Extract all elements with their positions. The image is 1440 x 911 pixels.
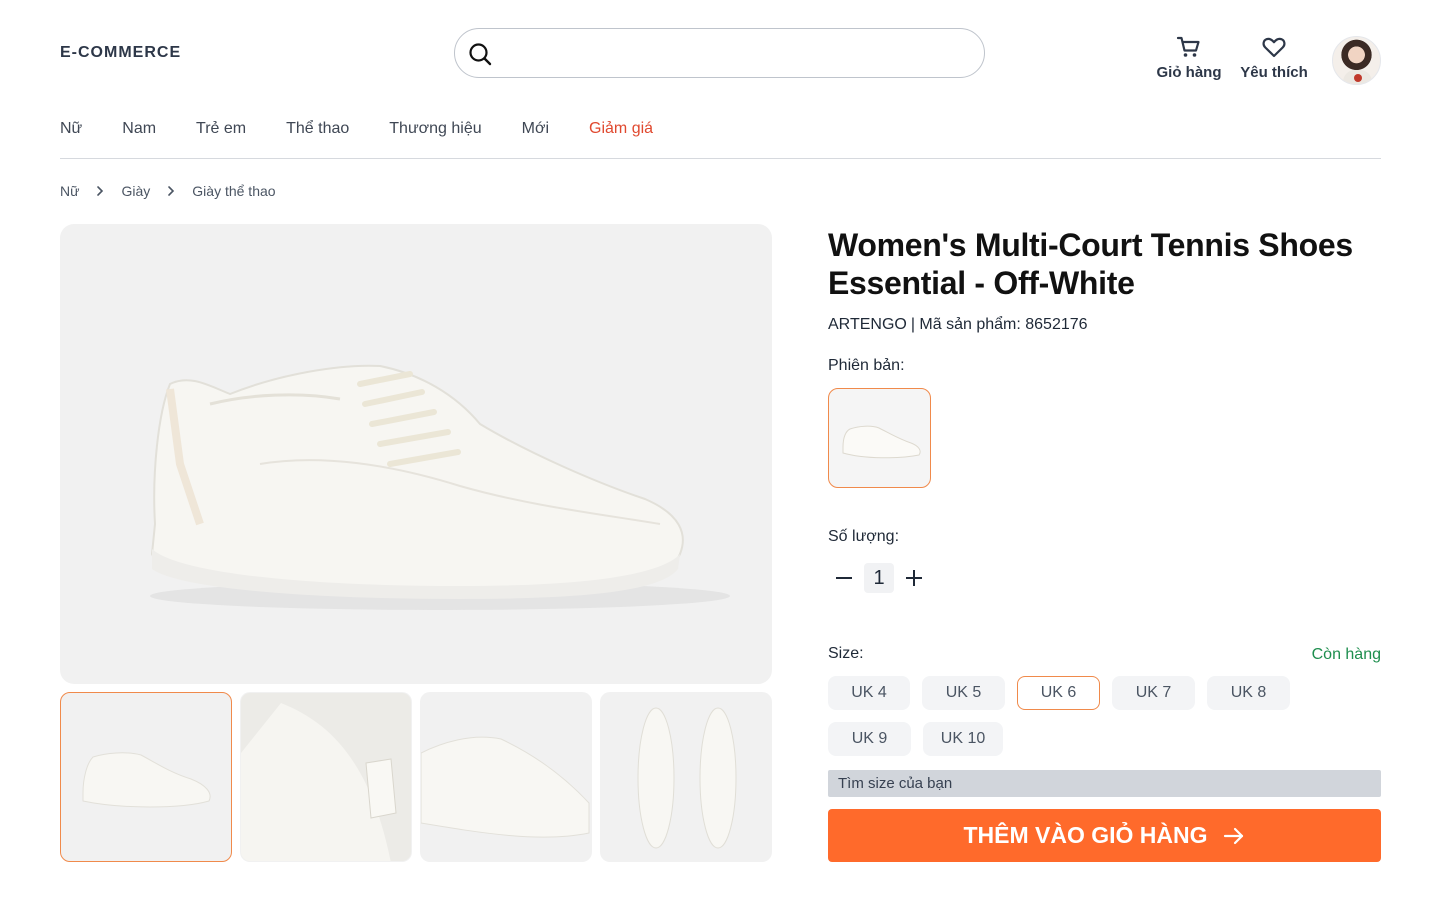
shoe-closeup-thumb-icon bbox=[241, 693, 411, 861]
size-option-uk5[interactable]: UK 5 bbox=[922, 676, 1005, 710]
size-label: Size: bbox=[828, 645, 864, 662]
product-meta: ARTENGO | Mã sản phẩm: 8652176 bbox=[828, 316, 1088, 334]
nav-item-kids[interactable]: Trẻ em bbox=[196, 120, 246, 142]
minus-icon bbox=[836, 577, 852, 579]
quantity-stepper: 1 bbox=[828, 562, 930, 594]
variant-option-off-white[interactable] bbox=[828, 388, 931, 488]
plus-icon bbox=[906, 570, 922, 586]
breadcrumb: Nữ Giày Giày thể thao bbox=[60, 183, 276, 199]
breadcrumb-item-sneakers[interactable]: Giày thể thao bbox=[192, 183, 275, 199]
find-size-link[interactable]: Tìm size của bạn bbox=[828, 770, 1381, 797]
quantity-decrease-button[interactable] bbox=[828, 562, 860, 594]
nav-divider bbox=[60, 158, 1381, 159]
product-title: Women's Multi-Court Tennis Shoes Essenti… bbox=[828, 227, 1353, 301]
cart-icon bbox=[1176, 36, 1200, 57]
variant-label: Phiên bản: bbox=[828, 357, 905, 374]
shoe-side-illustration bbox=[150, 364, 730, 610]
size-option-uk4[interactable]: UK 4 bbox=[828, 676, 910, 710]
cart-label: Giỏ hàng bbox=[1156, 64, 1222, 81]
search-input[interactable] bbox=[505, 37, 965, 71]
chevron-right-icon bbox=[97, 186, 104, 196]
nav-item-sports[interactable]: Thể thao bbox=[286, 120, 349, 142]
size-option-uk8[interactable]: UK 8 bbox=[1207, 676, 1290, 710]
heart-icon bbox=[1262, 37, 1286, 58]
add-to-cart-label: THÊM VÀO GIỎ HÀNG bbox=[963, 822, 1208, 848]
thumbnail-top[interactable] bbox=[600, 692, 772, 862]
favorites-label: Yêu thích bbox=[1240, 64, 1308, 81]
nav-item-new[interactable]: Mới bbox=[522, 120, 549, 142]
favorites-button[interactable]: Yêu thích bbox=[1236, 34, 1312, 81]
avatar-flower bbox=[1354, 74, 1362, 82]
main-nav: Nữ Nam Trẻ em Thể thao Thương hiệu Mới G… bbox=[60, 120, 693, 142]
search-icon[interactable] bbox=[467, 41, 493, 67]
avatar[interactable] bbox=[1332, 36, 1381, 85]
thumbnail-side[interactable] bbox=[60, 692, 232, 862]
arrow-right-icon bbox=[1223, 827, 1243, 844]
brand-name[interactable]: ARTENGO bbox=[828, 316, 907, 334]
nav-item-men[interactable]: Nam bbox=[122, 120, 156, 142]
shoe-top-thumb-icon bbox=[637, 707, 737, 849]
nav-item-brands[interactable]: Thương hiệu bbox=[389, 120, 481, 142]
quantity-label: Số lượng: bbox=[828, 528, 900, 545]
variant-shoe-thumb-icon bbox=[842, 425, 921, 459]
breadcrumb-item-shoes[interactable]: Giày bbox=[121, 183, 150, 199]
add-to-cart-button[interactable]: THÊM VÀO GIỎ HÀNG bbox=[828, 809, 1381, 862]
size-option-uk7[interactable]: UK 7 bbox=[1112, 676, 1195, 710]
search-bar[interactable] bbox=[454, 28, 985, 78]
nav-item-sale[interactable]: Giảm giá bbox=[589, 120, 653, 142]
quantity-increase-button[interactable] bbox=[898, 562, 930, 594]
thumbnail-strip bbox=[60, 692, 772, 862]
header: E-COMMERCE Giỏ hàng Yêu thích bbox=[0, 0, 1440, 110]
logo[interactable]: E-COMMERCE bbox=[60, 44, 181, 62]
size-option-uk6[interactable]: UK 6 bbox=[1017, 676, 1100, 710]
cart-button[interactable]: Giỏ hàng bbox=[1150, 34, 1228, 81]
nav-item-women[interactable]: Nữ bbox=[60, 120, 82, 142]
stock-status: Còn hàng bbox=[1311, 646, 1381, 663]
shoe-angle-thumb-icon bbox=[421, 736, 590, 838]
size-options: UK 4 UK 5 UK 6 UK 7 UK 8 UK 9 UK 10 bbox=[828, 676, 1381, 756]
quantity-value[interactable]: 1 bbox=[864, 563, 894, 593]
chevron-right-icon bbox=[168, 186, 175, 196]
size-option-uk9[interactable]: UK 9 bbox=[828, 722, 911, 756]
main-product-image[interactable] bbox=[60, 224, 772, 684]
thumbnail-angle[interactable] bbox=[420, 692, 592, 862]
size-option-uk10[interactable]: UK 10 bbox=[923, 722, 1003, 756]
breadcrumb-item-women[interactable]: Nữ bbox=[60, 183, 79, 199]
shoe-side-thumb-icon bbox=[82, 752, 211, 808]
thumbnail-closeup[interactable] bbox=[240, 692, 412, 862]
product-sku: | Mã sản phẩm: 8652176 bbox=[910, 316, 1088, 333]
